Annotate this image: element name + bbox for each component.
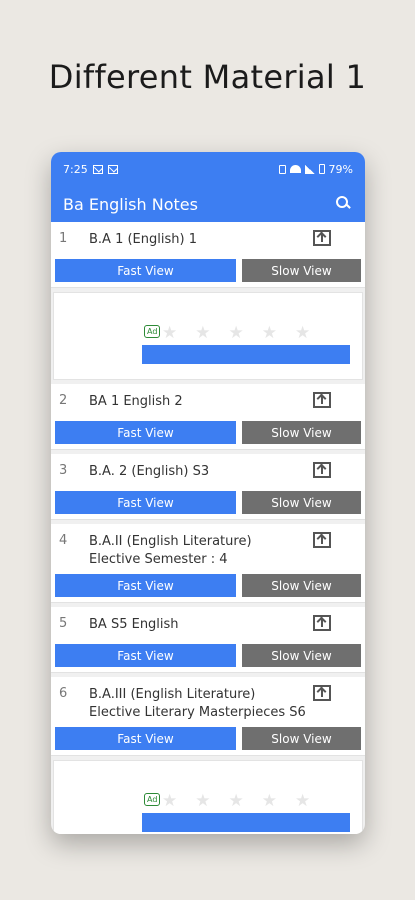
app-title: Ba English Notes [63,194,198,214]
ad-banner[interactable]: Ad ★ ★ ★ ★ ★ [53,760,363,834]
list-item: 1 B.A 1 (English) 1 Fast View Slow View [51,222,365,288]
item-title[interactable]: BA 1 English 2 [89,390,307,411]
star-icon: ★ [295,323,311,343]
fast-view-button[interactable]: Fast View [55,259,236,282]
list-item: 2 BA 1 English 2 Fast View Slow View [51,384,365,450]
ad-rating-stars: ★ ★ ★ ★ ★ [162,791,310,811]
share-icon[interactable] [313,615,331,631]
status-time: 7:25 [63,162,88,176]
item-title[interactable]: BA S5 English [89,613,307,634]
item-title[interactable]: B.A.III (English Literature) Elective Li… [89,683,307,722]
ad-badge: Ad [144,793,161,806]
share-icon[interactable] [313,532,331,548]
signal-icon [304,164,315,174]
star-icon: ★ [162,791,178,811]
item-number: 1 [59,231,68,246]
item-title[interactable]: B.A.II (English Literature) Elective Sem… [89,530,307,569]
slow-view-button[interactable]: Slow View [242,727,361,750]
fast-view-button[interactable]: Fast View [55,727,236,750]
item-title[interactable]: B.A 1 (English) 1 [89,228,307,249]
fast-view-button[interactable]: Fast View [55,491,236,514]
item-number: 5 [59,616,68,631]
slow-view-button[interactable]: Slow View [242,421,361,444]
vibrate-icon [278,164,286,174]
star-icon: ★ [195,791,211,811]
slow-view-button[interactable]: Slow View [242,574,361,597]
star-icon: ★ [295,791,311,811]
ad-cta-button[interactable] [142,813,350,832]
star-icon: ★ [228,791,244,811]
star-icon: ★ [195,323,211,343]
list-item: 3 B.A. 2 (English) S3 Fast View Slow Vie… [51,454,365,520]
share-icon[interactable] [313,685,331,701]
item-title[interactable]: B.A. 2 (English) S3 [89,460,307,481]
ad-rating-stars: ★ ★ ★ ★ ★ [162,323,310,343]
list-item: 5 BA S5 English Fast View Slow View [51,607,365,673]
wifi-icon [289,165,301,173]
share-icon[interactable] [313,230,331,246]
app-bar: Ba English Notes [51,186,365,222]
star-icon: ★ [261,323,277,343]
phone-frame: 7:25 79% Ba English Notes 1 B.A 1 (Engli… [51,152,365,834]
gmail-icon [107,164,118,174]
list-item: 6 B.A.III (English Literature) Elective … [51,677,365,756]
status-bar: 7:25 79% [51,152,365,186]
slow-view-button[interactable]: Slow View [242,644,361,667]
item-number: 6 [59,686,68,701]
item-number: 4 [59,533,68,548]
gmail-icon [92,164,103,174]
fast-view-button[interactable]: Fast View [55,644,236,667]
ad-cta-button[interactable] [142,345,350,364]
slow-view-button[interactable]: Slow View [242,259,361,282]
list-item: 4 B.A.II (English Literature) Elective S… [51,524,365,603]
share-icon[interactable] [313,462,331,478]
item-number: 3 [59,463,68,478]
notes-list: 1 B.A 1 (English) 1 Fast View Slow View … [51,222,365,834]
star-icon: ★ [261,791,277,811]
share-icon[interactable] [313,392,331,408]
ad-badge: Ad [144,325,161,338]
slow-view-button[interactable]: Slow View [242,491,361,514]
battery-icon [318,164,325,174]
fast-view-button[interactable]: Fast View [55,421,236,444]
item-number: 2 [59,393,68,408]
search-icon[interactable] [333,194,353,214]
ad-banner[interactable]: Ad ★ ★ ★ ★ ★ [53,292,363,380]
battery-percent: 79% [328,162,353,176]
promo-title: Different Material 1 [48,58,367,96]
star-icon: ★ [162,323,178,343]
star-icon: ★ [228,323,244,343]
fast-view-button[interactable]: Fast View [55,574,236,597]
